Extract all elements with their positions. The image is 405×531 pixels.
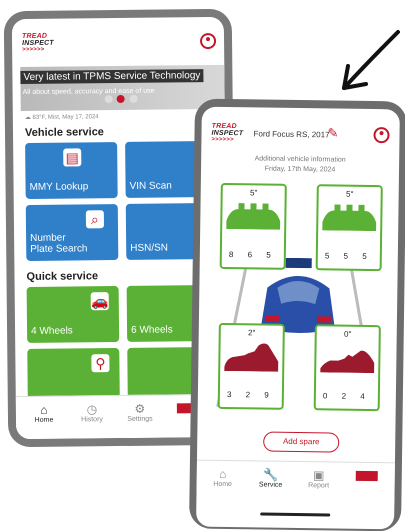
arrow-annotation-icon — [342, 30, 400, 90]
banner-title: Very latest in TPMS Service Technology — [20, 69, 204, 85]
motorcycle-tile[interactable]: ⚲ — [27, 348, 120, 399]
app-logo: TREAD INSPECT >>>>>> — [211, 122, 244, 144]
home-icon: ⌂ — [40, 402, 48, 417]
vehicle-service-heading: Vehicle service — [24, 126, 104, 139]
wrench-icon: 🔧 — [263, 467, 279, 482]
nav-settings[interactable]: ⚙ Settings — [120, 402, 160, 423]
nav-home[interactable]: ⌂ Home — [203, 467, 243, 489]
motorcycle-icon: ⚲ — [91, 354, 110, 373]
tread-profile-worn-icon — [320, 350, 375, 374]
car-icon: 🚗 — [90, 292, 109, 311]
tyre-card-rear-right[interactable]: 0" 0 2 4 — [313, 324, 381, 412]
promo-banner[interactable]: Very latest in TPMS Service Technology A… — [20, 64, 225, 112]
clipboard-icon: ▤ — [63, 148, 82, 167]
home-indicator — [260, 512, 331, 517]
info-line-2: Friday, 17th May, 2024 — [264, 165, 336, 174]
number-plate-search-tile[interactable]: ⌕ Number Plate Search — [25, 204, 119, 261]
nav-home[interactable]: ⌂ Home — [24, 403, 64, 424]
four-wheels-tile[interactable]: 🚗 4 Wheels — [26, 286, 120, 343]
add-spare-button[interactable]: Add spare — [263, 431, 340, 453]
tyre-card-rear-left[interactable]: 2" 3 2 9 — [217, 322, 285, 410]
report-icon: ▣ — [312, 468, 325, 483]
nav-brand[interactable] — [347, 469, 387, 484]
gear-icon: ⚙ — [134, 401, 146, 416]
mmy-lookup-tile[interactable]: ▤ MMY Lookup — [25, 142, 118, 199]
brand-icon — [355, 470, 378, 482]
nav-report[interactable]: ▣ Report — [299, 468, 339, 490]
profile-icon[interactable] — [373, 127, 390, 144]
vehicle-inspection-screen: TREAD INSPECT >>>>>> Ford Focus RS, 2017… — [196, 106, 400, 530]
nav-history[interactable]: ◷ History — [72, 402, 112, 423]
nav-service[interactable]: 🔧 Service — [251, 467, 291, 489]
weather-icon: ☁ — [24, 114, 31, 121]
bottom-nav: ⌂ Home 🔧 Service ▣ Report — [196, 459, 395, 504]
home-icon: ⌂ — [219, 466, 227, 482]
app-logo: TREAD INSPECT >>>>>> — [21, 32, 54, 54]
info-line-1: Additional vehicle information — [254, 155, 346, 164]
edit-pencil-icon[interactable]: ✎ — [327, 125, 338, 141]
history-icon: ◷ — [86, 402, 98, 417]
phone-right: TREAD INSPECT >>>>>> Ford Focus RS, 2017… — [189, 98, 405, 531]
profile-icon[interactable] — [199, 32, 217, 50]
quick-service-heading: Quick service — [26, 270, 99, 283]
search-icon: ⌕ — [85, 210, 105, 229]
tyre-card-front-right[interactable]: 5" 5 5 5 — [315, 184, 383, 272]
tread-profile-worn-icon — [224, 343, 279, 372]
tread-profile-good-icon — [322, 204, 377, 232]
carousel-dots[interactable] — [104, 90, 138, 108]
weather-info: ☁ 83°F, Mist, May 17, 2024 — [24, 114, 99, 121]
tyre-card-front-left[interactable]: 5" 8 6 5 — [219, 182, 287, 270]
vehicle-name: Ford Focus RS, 2017 — [253, 129, 330, 140]
tread-profile-good-icon — [226, 203, 281, 230]
